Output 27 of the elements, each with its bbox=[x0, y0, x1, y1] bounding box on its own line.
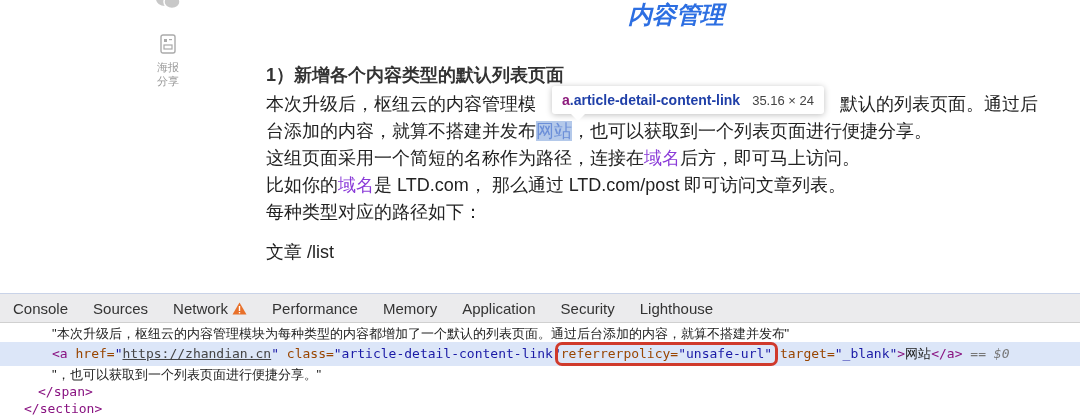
devtools-tab[interactable]: Security bbox=[560, 299, 615, 317]
path-line: 文章 /list bbox=[266, 241, 335, 264]
tooltip-selector: a.article-detail-content-link bbox=[562, 92, 741, 108]
paragraph-text: 默认的列表页面。通过后 bbox=[840, 94, 1038, 114]
paragraph-text: 本次升级后，枢纽云的内容管理模 bbox=[266, 94, 536, 114]
paragraph-line: 台添加的内容，就算不搭建并发布网站，也可以获取到一个列表页面进行便捷分享。 bbox=[266, 120, 933, 143]
code-line: "本次升级后，枢纽云的内容管理模块为每种类型的内容都增加了一个默认的列表页面。通过后台添加的内容，就算不搭建并发布" bbox=[52, 326, 790, 341]
tooltip-size: 35.16 × 24 bbox=[752, 92, 814, 108]
link[interactable]: 域名 bbox=[338, 175, 374, 195]
code-line: </section> bbox=[24, 401, 103, 416]
section-heading: 1）新增各个内容类型的默认列表页面 bbox=[266, 64, 565, 87]
link[interactable]: 域名 bbox=[644, 148, 680, 168]
chat-icon[interactable] bbox=[156, 0, 180, 10]
devtools-tab[interactable]: Memory bbox=[382, 299, 438, 317]
code-line: </span> bbox=[38, 384, 93, 399]
poster-icon[interactable] bbox=[160, 34, 176, 54]
devtools-tab[interactable]: Application bbox=[462, 299, 536, 317]
devtools-tab[interactable]: Performance bbox=[272, 299, 358, 317]
code-line: "，也可以获取到一个列表页面进行便捷分享。" bbox=[52, 367, 322, 382]
code-line: target="_blank">网站</a> == $0 bbox=[778, 346, 1010, 361]
paragraph-line: 每种类型对应的路径如下： bbox=[266, 201, 483, 224]
paragraph-line: 这组页面采用一个简短的名称作为路径，连接在域名 后方，即可马上访问。 bbox=[266, 147, 861, 170]
devtools-tab[interactable]: Console bbox=[13, 299, 69, 317]
devtools-tab[interactable]: Lighthouse bbox=[639, 299, 714, 317]
paragraph-line: 比如你的域名是 LTD.com， 那么通过 LTD.com/post 即可访问文章列表。 bbox=[266, 174, 848, 197]
devtools-tab[interactable]: Sources bbox=[93, 299, 149, 317]
devtools-tab[interactable]: Network bbox=[173, 299, 248, 317]
